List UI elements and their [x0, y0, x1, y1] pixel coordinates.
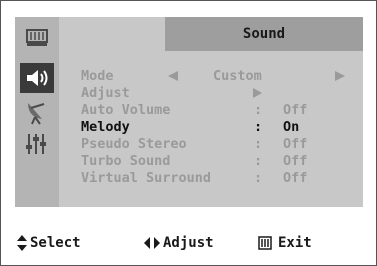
- menu-item-pseudo-stereo[interactable]: Pseudo Stereo : Off: [81, 136, 307, 152]
- left-right-arrow-icon: [144, 237, 160, 249]
- tv-screen: Sound Mode Custom Adjust Auto Volume : O…: [0, 0, 377, 266]
- menu-item-adjust[interactable]: Adjust: [81, 85, 262, 101]
- menu-item-mode[interactable]: Mode Custom: [81, 68, 345, 84]
- menu-item-label: Turbo Sound: [81, 153, 171, 169]
- separator-colon: :: [254, 153, 263, 169]
- tab-setup[interactable]: [20, 129, 54, 159]
- menu-item-value: On: [283, 119, 300, 135]
- picture-icon: [26, 29, 48, 46]
- separator-colon: :: [254, 119, 263, 135]
- setup-sliders-icon: [26, 134, 46, 154]
- up-down-arrow-icon: [17, 235, 27, 251]
- menu-item-label: Pseudo Stereo: [81, 136, 187, 152]
- tab-picture[interactable]: [20, 23, 54, 53]
- menu-title: Sound: [242, 26, 286, 42]
- speaker-icon: [27, 70, 48, 86]
- menu-item-auto-volume[interactable]: Auto Volume : Off: [81, 102, 307, 118]
- separator-colon: :: [254, 136, 263, 152]
- separator-colon: :: [254, 170, 263, 186]
- tab-sound[interactable]: [20, 63, 54, 93]
- menu-item-label: Melody: [81, 119, 130, 135]
- menu-title-bar: Sound: [165, 17, 363, 51]
- hint-adjust: Adjust: [144, 231, 214, 255]
- menu-item-virtual-surround[interactable]: Virtual Surround : Off: [81, 170, 307, 186]
- menu-item-turbo-sound[interactable]: Turbo Sound : Off: [81, 153, 307, 169]
- arrow-left-icon: [168, 71, 178, 81]
- hint-select: Select: [17, 231, 81, 255]
- menu-item-label: Virtual Surround: [81, 170, 212, 186]
- menu-tab-column: [15, 17, 59, 207]
- separator-colon: :: [254, 102, 263, 118]
- tab-channel[interactable]: [20, 97, 54, 127]
- submenu-arrow-icon: [253, 88, 262, 98]
- menu-item-label: Adjust: [81, 85, 130, 101]
- menu-item-value: Off: [283, 153, 308, 169]
- arrow-right-icon: [335, 71, 345, 81]
- menu-item-melody[interactable]: Melody : On: [81, 119, 299, 135]
- sound-menu-panel: Sound Mode Custom Adjust Auto Volume : O…: [15, 17, 363, 207]
- menu-button-icon: [258, 236, 272, 250]
- hint-exit: Exit: [258, 231, 312, 255]
- menu-item-value: Off: [283, 136, 308, 152]
- menu-item-label: Mode: [81, 68, 114, 84]
- menu-item-value: Off: [283, 102, 308, 118]
- button-hint-bar: Select Adjust Exit: [1, 231, 376, 255]
- antenna-icon: [28, 103, 45, 125]
- hint-adjust-label: Adjust: [163, 235, 214, 251]
- menu-item-label: Auto Volume: [81, 102, 171, 118]
- hint-select-label: Select: [30, 235, 81, 251]
- hint-exit-label: Exit: [278, 235, 312, 251]
- menu-item-value: Off: [283, 170, 308, 186]
- menu-item-value: Custom: [213, 68, 262, 84]
